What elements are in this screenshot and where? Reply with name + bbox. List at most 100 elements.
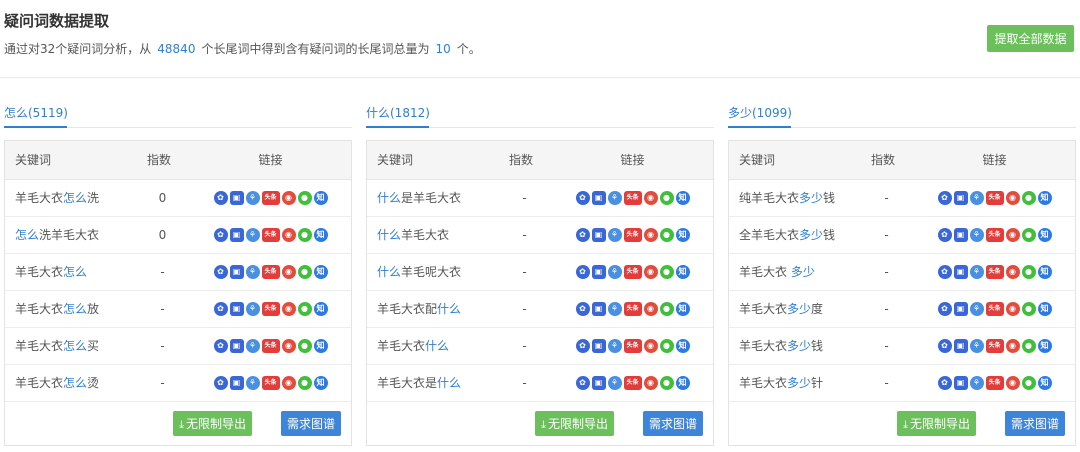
toutiao-icon[interactable]: 头条 — [985, 227, 1004, 242]
baidu-wenku-icon[interactable]: ▣ — [229, 338, 244, 353]
toutiao-icon[interactable]: 头条 — [623, 264, 642, 279]
toutiao-icon[interactable]: 头条 — [985, 264, 1004, 279]
wechat-icon[interactable]: ● — [297, 338, 312, 353]
baidu-icon[interactable]: ✿ — [213, 301, 228, 316]
baidu-icon[interactable]: ✿ — [213, 227, 228, 242]
so360-icon[interactable]: ⚘ — [607, 190, 622, 205]
toutiao-icon[interactable]: 头条 — [985, 301, 1004, 316]
baidu-wenku-icon[interactable]: ▣ — [591, 301, 606, 316]
weibo-icon[interactable]: ◉ — [643, 227, 658, 242]
baidu-icon[interactable]: ✿ — [213, 264, 228, 279]
zhihu-icon[interactable]: 知 — [675, 338, 690, 353]
zhihu-icon[interactable]: 知 — [1037, 264, 1052, 279]
so360-icon[interactable]: ⚘ — [245, 227, 260, 242]
so360-icon[interactable]: ⚘ — [969, 264, 984, 279]
wechat-icon[interactable]: ● — [659, 264, 674, 279]
wechat-icon[interactable]: ● — [659, 338, 674, 353]
zhihu-icon[interactable]: 知 — [1037, 190, 1052, 205]
zhihu-icon[interactable]: 知 — [1037, 375, 1052, 390]
keyword-cell[interactable]: 什么羊毛大衣 — [367, 216, 497, 254]
baidu-wenku-icon[interactable]: ▣ — [229, 264, 244, 279]
zhihu-icon[interactable]: 知 — [675, 301, 690, 316]
weibo-icon[interactable]: ◉ — [1005, 301, 1020, 316]
baidu-wenku-icon[interactable]: ▣ — [229, 190, 244, 205]
zhihu-icon[interactable]: 知 — [675, 375, 690, 390]
keyword-cell[interactable]: 羊毛大衣配什么 — [367, 290, 497, 328]
toutiao-icon[interactable]: 头条 — [985, 190, 1004, 205]
baidu-icon[interactable]: ✿ — [937, 338, 952, 353]
baidu-wenku-icon[interactable]: ▣ — [229, 375, 244, 390]
toutiao-icon[interactable]: 头条 — [261, 227, 280, 242]
baidu-wenku-icon[interactable]: ▣ — [591, 264, 606, 279]
baidu-icon[interactable]: ✿ — [937, 227, 952, 242]
wechat-icon[interactable]: ● — [659, 190, 674, 205]
baidu-icon[interactable]: ✿ — [575, 301, 590, 316]
baidu-icon[interactable]: ✿ — [575, 264, 590, 279]
unlimited-export-button[interactable]: ⤓ 无限制导出 — [173, 410, 252, 436]
wechat-icon[interactable]: ● — [659, 375, 674, 390]
weibo-icon[interactable]: ◉ — [643, 375, 658, 390]
keyword-cell[interactable]: 什么羊毛呢大衣 — [367, 253, 497, 291]
demand-graph-button[interactable]: 需求图谱 — [642, 410, 703, 436]
weibo-icon[interactable]: ◉ — [281, 264, 296, 279]
toutiao-icon[interactable]: 头条 — [261, 301, 280, 316]
demand-graph-button[interactable]: 需求图谱 — [1004, 410, 1065, 436]
baidu-wenku-icon[interactable]: ▣ — [229, 227, 244, 242]
wechat-icon[interactable]: ● — [659, 227, 674, 242]
toutiao-icon[interactable]: 头条 — [985, 375, 1004, 390]
toutiao-icon[interactable]: 头条 — [623, 227, 642, 242]
keyword-cell[interactable]: 羊毛大衣怎么放 — [5, 290, 135, 328]
weibo-icon[interactable]: ◉ — [281, 227, 296, 242]
zhihu-icon[interactable]: 知 — [313, 190, 328, 205]
weibo-icon[interactable]: ◉ — [1005, 338, 1020, 353]
keyword-cell[interactable]: 全羊毛大衣多少钱 — [729, 216, 859, 254]
wechat-icon[interactable]: ● — [297, 264, 312, 279]
toutiao-icon[interactable]: 头条 — [261, 338, 280, 353]
wechat-icon[interactable]: ● — [1021, 375, 1036, 390]
wechat-icon[interactable]: ● — [1021, 264, 1036, 279]
so360-icon[interactable]: ⚘ — [245, 190, 260, 205]
keyword-cell[interactable]: 羊毛大衣多少度 — [729, 290, 859, 328]
wechat-icon[interactable]: ● — [297, 190, 312, 205]
toutiao-icon[interactable]: 头条 — [623, 375, 642, 390]
weibo-icon[interactable]: ◉ — [1005, 375, 1020, 390]
weibo-icon[interactable]: ◉ — [643, 190, 658, 205]
so360-icon[interactable]: ⚘ — [245, 375, 260, 390]
wechat-icon[interactable]: ● — [1021, 338, 1036, 353]
keyword-cell[interactable]: 羊毛大衣多少针 — [729, 364, 859, 402]
zhihu-icon[interactable]: 知 — [1037, 301, 1052, 316]
baidu-icon[interactable]: ✿ — [575, 338, 590, 353]
so360-icon[interactable]: ⚘ — [969, 375, 984, 390]
baidu-icon[interactable]: ✿ — [575, 375, 590, 390]
weibo-icon[interactable]: ◉ — [281, 375, 296, 390]
unlimited-export-button[interactable]: ⤓ 无限制导出 — [535, 410, 614, 436]
wechat-icon[interactable]: ● — [659, 301, 674, 316]
keyword-cell[interactable]: 羊毛大衣怎么 — [5, 253, 135, 291]
wechat-icon[interactable]: ● — [1021, 227, 1036, 242]
baidu-icon[interactable]: ✿ — [937, 301, 952, 316]
so360-icon[interactable]: ⚘ — [245, 338, 260, 353]
demand-graph-button[interactable]: 需求图谱 — [280, 410, 341, 436]
zhihu-icon[interactable]: 知 — [313, 338, 328, 353]
keyword-cell[interactable]: 纯羊毛大衣多少钱 — [729, 179, 859, 217]
wechat-icon[interactable]: ● — [297, 227, 312, 242]
baidu-wenku-icon[interactable]: ▣ — [591, 338, 606, 353]
toutiao-icon[interactable]: 头条 — [623, 190, 642, 205]
zhihu-icon[interactable]: 知 — [675, 264, 690, 279]
zhihu-icon[interactable]: 知 — [313, 227, 328, 242]
keyword-cell[interactable]: 羊毛大衣怎么烫 — [5, 364, 135, 402]
baidu-wenku-icon[interactable]: ▣ — [229, 301, 244, 316]
weibo-icon[interactable]: ◉ — [643, 301, 658, 316]
unlimited-export-button[interactable]: ⤓ 无限制导出 — [897, 410, 976, 436]
so360-icon[interactable]: ⚘ — [969, 190, 984, 205]
baidu-wenku-icon[interactable]: ▣ — [953, 190, 968, 205]
baidu-wenku-icon[interactable]: ▣ — [953, 264, 968, 279]
so360-icon[interactable]: ⚘ — [969, 338, 984, 353]
wechat-icon[interactable]: ● — [1021, 301, 1036, 316]
weibo-icon[interactable]: ◉ — [1005, 264, 1020, 279]
weibo-icon[interactable]: ◉ — [643, 264, 658, 279]
zhihu-icon[interactable]: 知 — [675, 190, 690, 205]
so360-icon[interactable]: ⚘ — [607, 301, 622, 316]
baidu-wenku-icon[interactable]: ▣ — [591, 375, 606, 390]
column-tab[interactable]: 什么(1812) — [366, 104, 434, 121]
